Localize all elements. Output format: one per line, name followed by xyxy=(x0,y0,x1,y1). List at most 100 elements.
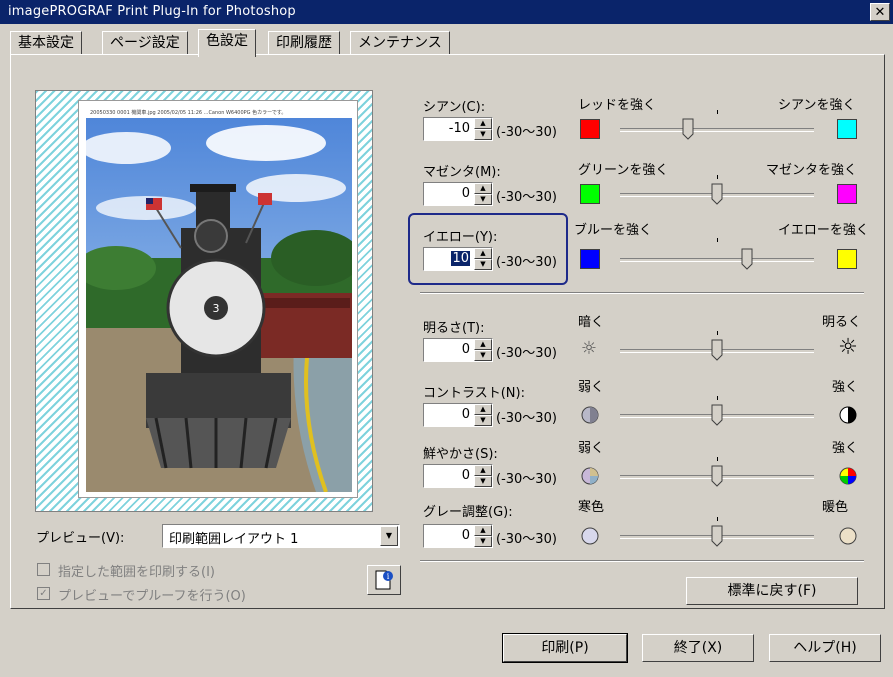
slider-center-tick xyxy=(717,331,718,335)
green-swatch xyxy=(580,184,600,204)
slider-center-tick xyxy=(717,517,718,521)
gray-left-label: 寒色 xyxy=(578,500,605,515)
layout-select[interactable]: 印刷範囲レイアウト 1 ▼ xyxy=(162,524,400,548)
yellow-right-label: イエローを強く xyxy=(778,223,869,238)
exit-button[interactable]: 終了(X) xyxy=(642,634,754,662)
yellow-swatch xyxy=(837,249,857,269)
spin-up-icon[interactable]: ▲ xyxy=(474,118,492,129)
spin-down-icon[interactable]: ▼ xyxy=(474,350,492,361)
warm-tone-icon xyxy=(839,527,857,545)
tab-page[interactable]: ページ設定 xyxy=(102,31,188,55)
cyan-slider-thumb[interactable] xyxy=(682,118,694,140)
tab-basic[interactable]: 基本設定 xyxy=(10,31,82,55)
yellow-range: (-30〜30) xyxy=(496,255,557,270)
preview-proof-label: プレビューでプルーフを行う(O) xyxy=(58,589,246,604)
print-button[interactable]: 印刷(P) xyxy=(502,633,628,663)
spin-down-icon[interactable]: ▼ xyxy=(474,476,492,487)
magenta-slider-thumb[interactable] xyxy=(711,183,723,205)
spin-up-icon[interactable]: ▲ xyxy=(474,339,492,350)
spin-up-icon[interactable]: ▲ xyxy=(474,525,492,536)
cyan-left-label: レッドを強く xyxy=(578,98,657,113)
dim-sun-icon: ☼ xyxy=(580,338,598,359)
spin-down-icon[interactable]: ▼ xyxy=(474,536,492,547)
brightness-slider-thumb[interactable] xyxy=(711,339,723,361)
chevron-down-icon[interactable]: ▼ xyxy=(380,526,398,546)
section-divider xyxy=(420,292,864,294)
yellow-slider-track[interactable] xyxy=(620,258,814,262)
spin-up-icon[interactable]: ▲ xyxy=(474,404,492,415)
cyan-swatch xyxy=(837,119,857,139)
tab-strip: 基本設定 ページ設定 色設定 印刷履歴 メンテナンス xyxy=(10,29,885,57)
brightness-range: (-30〜30) xyxy=(496,346,557,361)
tab-maintenance[interactable]: メンテナンス xyxy=(350,31,450,55)
gray-range: (-30〜30) xyxy=(496,532,557,547)
yellow-left-label: ブルーを強く xyxy=(574,223,653,238)
magenta-spinbox[interactable]: 0 ▲ ▼ xyxy=(423,182,493,206)
magenta-swatch xyxy=(837,184,857,204)
high-contrast-icon xyxy=(839,406,857,424)
svg-text:i: i xyxy=(387,572,390,581)
yellow-spinbox[interactable]: 10 ▲ ▼ xyxy=(423,247,493,271)
contrast-spinbox[interactable]: 0 ▲ ▼ xyxy=(423,403,493,427)
contrast-slider-thumb[interactable] xyxy=(711,404,723,426)
cool-tone-icon xyxy=(581,527,599,545)
locomotive-photo: 3 xyxy=(86,118,352,492)
section-divider xyxy=(420,560,864,562)
svg-text:3: 3 xyxy=(213,302,220,315)
reset-defaults-button[interactable]: 標準に戻す(F) xyxy=(686,577,858,605)
cyan-value: -10 xyxy=(448,121,470,136)
brightness-value: 0 xyxy=(461,342,470,357)
title-bar: imagePROGRAF Print Plug-In for Photoshop… xyxy=(0,0,893,24)
magenta-label: マゼンタ(M): xyxy=(423,165,501,180)
yellow-value: 10 xyxy=(451,251,470,266)
spin-down-icon[interactable]: ▼ xyxy=(474,194,492,205)
cyan-right-label: シアンを強く xyxy=(778,98,856,113)
saturation-right-label: 強く xyxy=(832,441,859,456)
slider-center-tick xyxy=(717,396,718,400)
spin-up-icon[interactable]: ▲ xyxy=(474,183,492,194)
spin-down-icon[interactable]: ▼ xyxy=(474,259,492,270)
slider-center-tick xyxy=(717,110,718,114)
tab-color[interactable]: 色設定 xyxy=(198,29,256,57)
gray-value: 0 xyxy=(461,528,470,543)
slider-center-tick xyxy=(717,175,718,179)
help-button[interactable]: ヘルプ(H) xyxy=(769,634,881,662)
low-saturation-icon xyxy=(581,467,599,485)
brightness-left-label: 暗く xyxy=(578,315,605,330)
contrast-value: 0 xyxy=(461,407,470,422)
red-swatch xyxy=(580,119,600,139)
saturation-label: 鮮やかさ(S): xyxy=(423,447,498,462)
print-selection-label: 指定した範囲を印刷する(I) xyxy=(58,565,215,580)
slider-center-tick xyxy=(717,238,718,242)
gray-spinbox[interactable]: 0 ▲ ▼ xyxy=(423,524,493,548)
magenta-right-label: マゼンタを強く xyxy=(766,163,858,178)
saturation-range: (-30〜30) xyxy=(496,472,557,487)
high-saturation-icon xyxy=(839,467,857,485)
paper-header-text: 20050330 0001 機関車.jpg 2005/02/05 11:26 .… xyxy=(90,110,287,116)
saturation-value: 0 xyxy=(461,468,470,483)
page-info-button[interactable]: i xyxy=(367,565,401,595)
yellow-label: イエロー(Y): xyxy=(423,230,498,245)
preview-photo: 3 xyxy=(86,118,352,492)
saturation-spinbox[interactable]: 0 ▲ ▼ xyxy=(423,464,493,488)
saturation-slider-thumb[interactable] xyxy=(711,465,723,487)
cyan-label: シアン(C): xyxy=(423,100,486,115)
brightness-spinbox[interactable]: 0 ▲ ▼ xyxy=(423,338,493,362)
spin-up-icon[interactable]: ▲ xyxy=(474,465,492,476)
gray-slider-thumb[interactable] xyxy=(711,525,723,547)
gray-right-label: 暖色 xyxy=(822,500,849,515)
magenta-left-label: グリーンを強く xyxy=(578,163,669,178)
preview-proof-checkbox[interactable]: ✓ xyxy=(37,587,50,600)
cyan-slider-track[interactable] xyxy=(620,128,814,132)
close-icon: ✕ xyxy=(874,5,886,20)
cyan-spinbox[interactable]: -10 ▲ ▼ xyxy=(423,117,493,141)
yellow-slider-thumb[interactable] xyxy=(741,248,753,270)
spin-down-icon[interactable]: ▼ xyxy=(474,415,492,426)
spin-down-icon[interactable]: ▼ xyxy=(474,129,492,140)
print-selection-checkbox[interactable] xyxy=(37,563,50,576)
close-button[interactable]: ✕ xyxy=(870,3,890,21)
blue-swatch xyxy=(580,249,600,269)
tab-history[interactable]: 印刷履歴 xyxy=(268,31,340,55)
low-contrast-icon xyxy=(581,406,599,424)
spin-up-icon[interactable]: ▲ xyxy=(474,248,492,259)
